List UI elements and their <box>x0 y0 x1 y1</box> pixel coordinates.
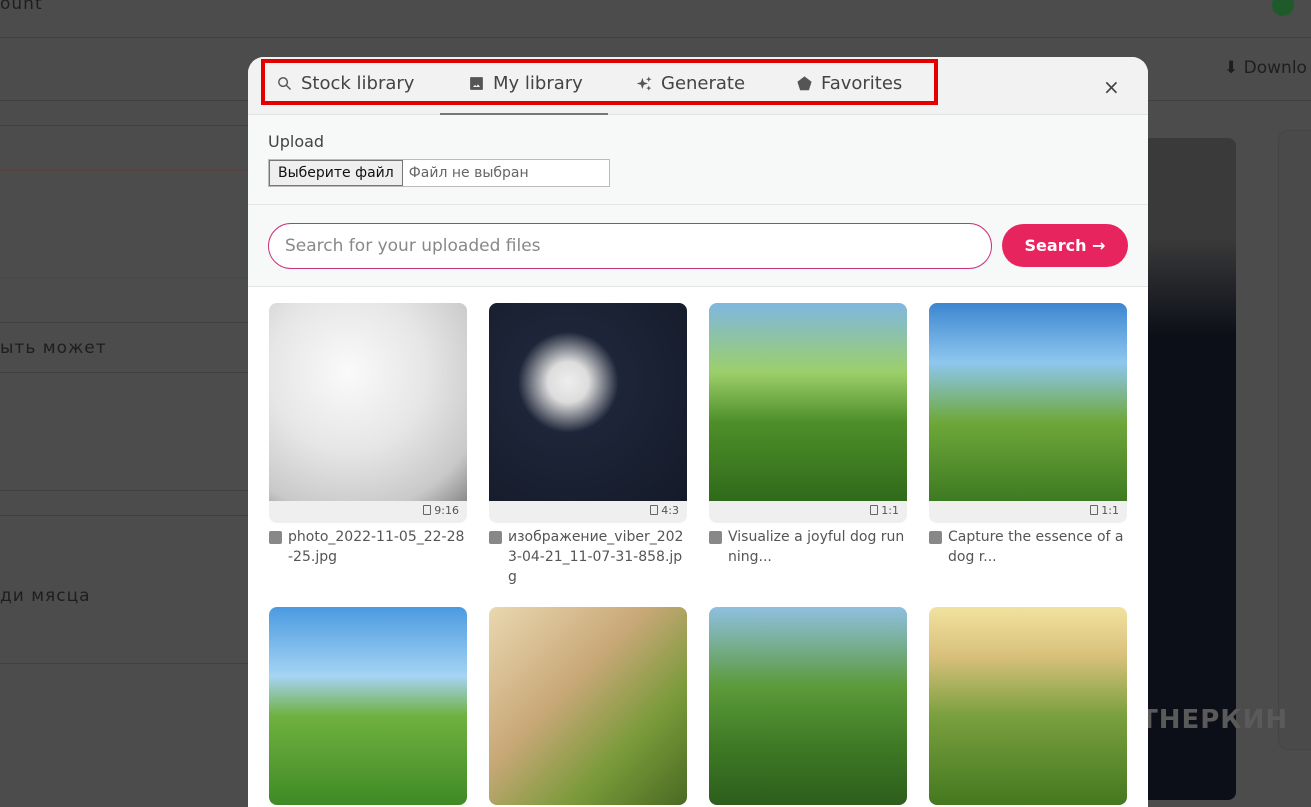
library-item[interactable]: 1:1 Visualize a joyful dog running... <box>709 303 907 585</box>
file-name: Visualize a joyful dog running... <box>728 529 905 565</box>
aspect-ratio: 1:1 <box>929 501 1127 523</box>
image-grid: 9:16 photo_2022-11-05_22-28-25.jpg 4:3 изоб… <box>248 287 1148 805</box>
account-label: ount <box>0 0 43 14</box>
aspect-ratio-icon <box>650 505 659 515</box>
download-button[interactable]: ⬇ Downlo <box>1224 58 1307 78</box>
search-row: Search → <box>248 205 1148 287</box>
thumbnail-image <box>269 303 467 501</box>
library-item[interactable]: 9:16 photo_2022-11-05_22-28-25.jpg <box>269 303 467 585</box>
thumbnail-image <box>709 303 907 501</box>
background-row-text: ди мясца <box>0 586 91 606</box>
search-input[interactable] <box>268 222 992 269</box>
item-caption: photo_2022-11-05_22-28-25.jpg <box>269 527 467 585</box>
close-button[interactable]: × <box>1103 75 1120 99</box>
thumbnail-frame: 4:3 <box>489 303 687 523</box>
image-icon <box>929 531 942 544</box>
item-caption: Visualize a joyful dog running... <box>709 527 907 585</box>
file-name: Capture the essence of a dog r... <box>948 529 1124 565</box>
library-item[interactable] <box>709 607 907 805</box>
thumbnail-frame: 1:1 <box>709 303 907 523</box>
thumbnail-image <box>929 607 1127 805</box>
aspect-ratio-label: 4:3 <box>661 504 679 517</box>
thumbnail-image <box>709 607 907 805</box>
upload-section: Upload Выберите файл Файл не выбран <box>248 115 1148 205</box>
aspect-ratio-icon <box>1090 505 1099 515</box>
thumbnail-frame <box>269 607 467 805</box>
background-side-panel <box>1278 130 1311 750</box>
thumbnail-image <box>489 607 687 805</box>
thumbnail-frame <box>929 607 1127 805</box>
file-input[interactable]: Выберите файл Файл не выбран <box>268 159 610 187</box>
background-row-text: ыть может <box>0 338 107 358</box>
thumbnail-frame: 1:1 <box>929 303 1127 523</box>
aspect-ratio-icon <box>870 505 879 515</box>
file-name: изображение_viber_2023-04-21_11-07-31-85… <box>508 529 684 585</box>
search-button[interactable]: Search → <box>1002 224 1128 267</box>
aspect-ratio: 4:3 <box>489 501 687 523</box>
thumbnail-frame <box>489 607 687 805</box>
active-tab-indicator <box>440 113 608 115</box>
tab-bar: Stock library My library Generate Favori… <box>248 57 1148 115</box>
download-label: Downlo <box>1243 58 1307 78</box>
thumbnail-frame <box>709 607 907 805</box>
aspect-ratio: 9:16 <box>269 501 467 523</box>
choose-file-button[interactable]: Выберите файл <box>269 160 403 186</box>
media-library-modal: Stock library My library Generate Favori… <box>248 57 1148 807</box>
aspect-ratio-label: 1:1 <box>881 504 899 517</box>
background-image <box>1148 138 1236 800</box>
item-caption: изображение_viber_2023-04-21_11-07-31-85… <box>489 527 687 585</box>
library-item[interactable] <box>269 607 467 805</box>
highlight-box <box>261 59 938 105</box>
thumbnail-frame: 9:16 <box>269 303 467 523</box>
upload-label: Upload <box>268 132 325 151</box>
aspect-ratio-icon <box>423 505 432 515</box>
watermark: ТНЕРКИН <box>1140 705 1289 735</box>
thumbnail-image <box>929 303 1127 501</box>
file-name: photo_2022-11-05_22-28-25.jpg <box>288 529 465 565</box>
aspect-ratio-label: 1:1 <box>1101 504 1119 517</box>
library-item[interactable]: 1:1 Capture the essence of a dog r... <box>929 303 1127 585</box>
thumbnail-image <box>269 607 467 805</box>
thumbnail-image <box>489 303 687 501</box>
item-caption: Capture the essence of a dog r... <box>929 527 1127 585</box>
library-item[interactable] <box>489 607 687 805</box>
library-item[interactable] <box>929 607 1127 805</box>
library-item[interactable]: 4:3 изображение_viber_2023-04-21_11-07-31… <box>489 303 687 585</box>
aspect-ratio-label: 9:16 <box>434 504 459 517</box>
image-icon <box>269 531 282 544</box>
image-icon <box>489 531 502 544</box>
check-icon <box>1272 0 1294 16</box>
file-status: Файл не выбран <box>408 165 529 181</box>
image-icon <box>709 531 722 544</box>
aspect-ratio: 1:1 <box>709 501 907 523</box>
